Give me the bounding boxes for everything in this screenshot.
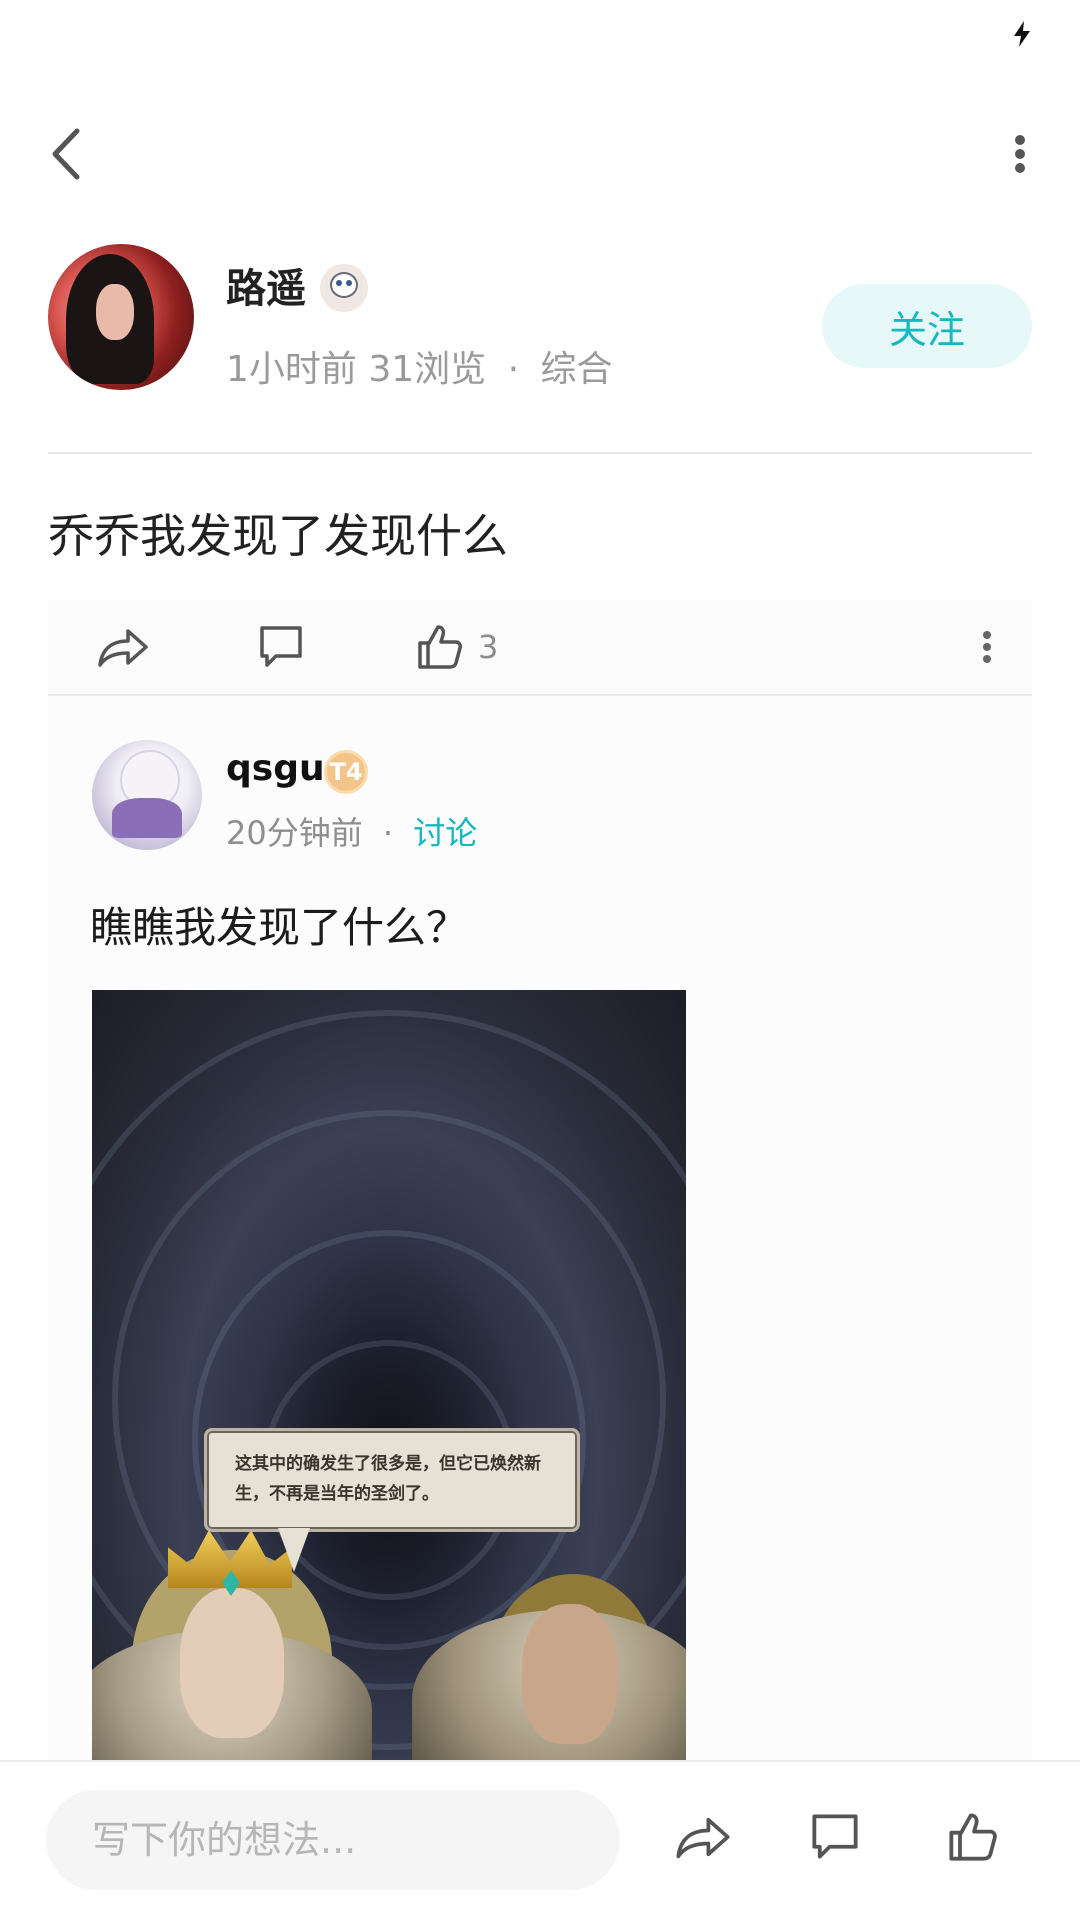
speech-bubble: 这其中的确发生了很多是，但它已焕然新生，不再是当年的圣剑了。 bbox=[204, 1428, 580, 1532]
comment-icon bbox=[812, 1814, 858, 1859]
thumbs-up-icon bbox=[949, 1813, 997, 1861]
share-icon bbox=[676, 1817, 730, 1859]
share-icon bbox=[98, 629, 148, 667]
quoted-meta: 20分钟前 · 讨论 bbox=[226, 808, 477, 854]
quoted-text: 瞧瞧我发现了什么？ bbox=[90, 903, 469, 952]
like-count: 3 bbox=[478, 628, 499, 666]
view-count: 31浏览 bbox=[368, 349, 487, 390]
charging-bolt-icon bbox=[1014, 21, 1030, 47]
quoted-image[interactable]: 这其中的确发生了很多是，但它已焕然新生，不再是当年的圣剑了。 bbox=[92, 990, 686, 1760]
divider bbox=[48, 452, 1032, 454]
share-button[interactable] bbox=[96, 600, 150, 694]
status-bar bbox=[0, 0, 1080, 70]
level-badge-icon: T4 bbox=[324, 750, 368, 794]
back-chevron-icon bbox=[52, 128, 80, 180]
quoted-author-avatar[interactable] bbox=[92, 740, 202, 850]
image-caption: 这其中的确发生了很多是，但它已焕然新生，不再是当年的圣剑了。 bbox=[235, 1454, 541, 1504]
more-vertical-icon bbox=[983, 631, 991, 663]
author-avatar[interactable] bbox=[48, 244, 194, 390]
author-badge-icon bbox=[320, 264, 368, 312]
post-time: 1小时前 bbox=[226, 349, 357, 390]
meta-separator: · bbox=[507, 349, 520, 390]
author-meta: 1小时前 31浏览 · 综合 bbox=[226, 340, 613, 392]
meta-separator: · bbox=[382, 814, 394, 852]
back-button[interactable] bbox=[40, 124, 90, 184]
author-name[interactable]: 路遥 bbox=[226, 256, 306, 314]
author-row: 路遥 1小时前 31浏览 · 综合 关注 bbox=[48, 244, 1032, 394]
post-action-bar: 3 bbox=[48, 600, 1032, 694]
quoted-tag[interactable]: 讨论 bbox=[413, 814, 477, 852]
thumbs-up-icon bbox=[418, 625, 462, 669]
post-category: 综合 bbox=[540, 349, 613, 390]
follow-button[interactable]: 关注 bbox=[822, 284, 1032, 368]
post-title: 乔乔我发现了发现什么 bbox=[48, 509, 508, 563]
bottom-comment-button[interactable] bbox=[800, 1802, 870, 1872]
post-more-button[interactable] bbox=[982, 600, 992, 694]
bottom-bar bbox=[0, 1762, 1080, 1920]
comment-input[interactable] bbox=[46, 1790, 620, 1890]
bottom-like-button[interactable] bbox=[938, 1802, 1008, 1872]
quoted-time: 20分钟前 bbox=[226, 814, 363, 852]
quoted-author-name[interactable]: qsgu bbox=[226, 748, 325, 789]
bottom-share-button[interactable] bbox=[668, 1802, 738, 1872]
like-button[interactable]: 3 bbox=[416, 600, 498, 694]
comment-icon bbox=[260, 626, 302, 667]
more-vertical-icon bbox=[1015, 135, 1025, 173]
comment-button[interactable] bbox=[258, 600, 304, 694]
quoted-post-card[interactable]: qsgu T4 20分钟前 · 讨论 瞧瞧我发现了什么？ 这其中的确发生了很多是… bbox=[48, 696, 1032, 1760]
more-options-button[interactable] bbox=[1000, 124, 1040, 184]
top-nav-bar bbox=[0, 110, 1080, 200]
